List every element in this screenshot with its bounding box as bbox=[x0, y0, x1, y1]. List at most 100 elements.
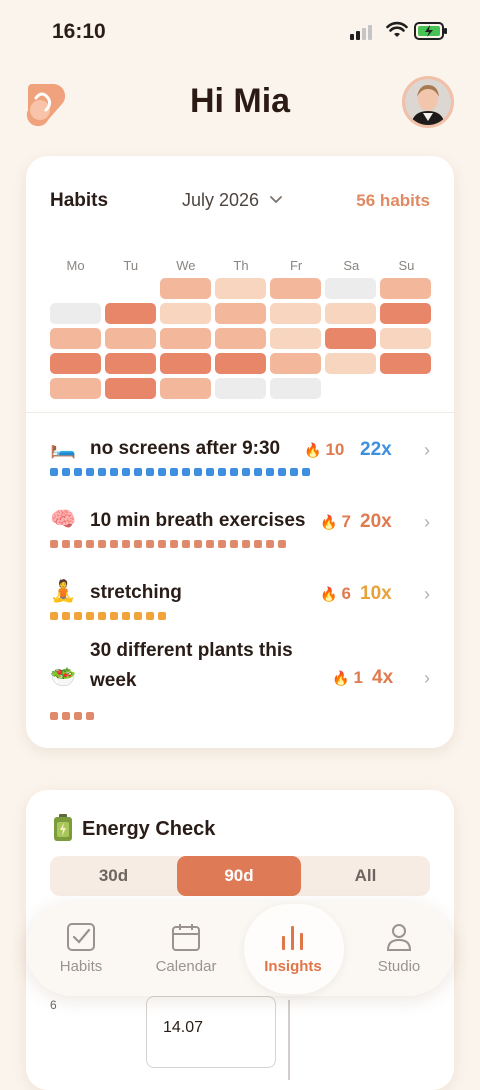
heatmap-day-cell[interactable] bbox=[160, 328, 211, 349]
habit-progress-dots bbox=[50, 540, 286, 548]
heatmap-day-cell[interactable] bbox=[325, 328, 376, 349]
heatmap-day-cell[interactable] bbox=[380, 328, 431, 349]
weekday-label: Sa bbox=[343, 258, 360, 273]
progress-dot bbox=[122, 612, 130, 620]
flame-icon: 🔥 bbox=[332, 670, 350, 686]
status-time: 16:10 bbox=[52, 20, 106, 43]
progress-dot bbox=[242, 540, 250, 548]
habit-streak-value: 7 bbox=[341, 512, 351, 531]
progress-dot bbox=[74, 540, 82, 548]
progress-dot bbox=[50, 712, 58, 720]
flame-icon: 🔥 bbox=[320, 586, 338, 602]
weekday-header: Mo Tu We Th Fr Sa Su bbox=[50, 258, 432, 273]
habit-emoji-icon: 🛏️ bbox=[50, 436, 77, 459]
progress-dot bbox=[110, 468, 118, 476]
progress-dot bbox=[98, 540, 106, 548]
chevron-right-icon[interactable]: › bbox=[424, 440, 430, 461]
heatmap-day-cell[interactable] bbox=[105, 353, 156, 374]
heatmap-day-cell[interactable] bbox=[325, 278, 376, 299]
habit-name: 10 min breath exercises bbox=[90, 510, 306, 531]
tab-calendar[interactable]: Calendar bbox=[141, 902, 231, 996]
progress-dot bbox=[86, 612, 94, 620]
habit-streak: 🔥 10 bbox=[304, 440, 344, 460]
tooltip-date: 14.07 bbox=[163, 1019, 204, 1036]
weekday-label: We bbox=[176, 258, 196, 273]
heatmap-day-cell[interactable] bbox=[270, 328, 321, 349]
range-30d[interactable]: 30d bbox=[50, 856, 177, 896]
habits-card-title: Habits bbox=[50, 190, 109, 211]
habit-progress-dots bbox=[50, 468, 310, 476]
heatmap-day-cell[interactable] bbox=[380, 353, 431, 374]
flame-icon: 🔥 bbox=[304, 442, 322, 458]
heatmap-day-cell[interactable] bbox=[380, 303, 431, 324]
heatmap-day-cell[interactable] bbox=[325, 353, 376, 374]
habit-streak-value: 10 bbox=[325, 440, 345, 459]
heatmap-day-cell[interactable] bbox=[270, 353, 321, 374]
heatmap-day-cell[interactable] bbox=[50, 303, 101, 324]
progress-dot bbox=[278, 468, 286, 476]
progress-dot bbox=[254, 540, 262, 548]
progress-dot bbox=[134, 468, 142, 476]
heatmap-day-cell[interactable] bbox=[215, 353, 266, 374]
battery-charging-icon bbox=[414, 22, 447, 40]
chart-cursor-line bbox=[288, 1000, 290, 1080]
progress-dot bbox=[266, 468, 274, 476]
heatmap-day-cell[interactable] bbox=[215, 278, 266, 299]
tab-insights-label: Insights bbox=[264, 958, 322, 975]
calendar-icon bbox=[172, 924, 200, 951]
chevron-right-icon[interactable]: › bbox=[424, 668, 430, 689]
weekday-label: Mo bbox=[66, 258, 85, 273]
heatmap-day-cell[interactable] bbox=[50, 328, 101, 349]
heatmap-day-cell[interactable] bbox=[270, 303, 321, 324]
habit-streak: 🔥 1 bbox=[332, 668, 363, 688]
heatmap-day-cell[interactable] bbox=[105, 328, 156, 349]
habit-streak: 🔥 7 bbox=[320, 512, 351, 532]
avatar-portrait-icon bbox=[405, 79, 451, 125]
chevron-down-icon[interactable] bbox=[270, 196, 282, 204]
progress-dot bbox=[62, 612, 70, 620]
heatmap-day-cell[interactable] bbox=[270, 378, 321, 399]
chevron-right-icon[interactable]: › bbox=[424, 512, 430, 533]
wifi-icon bbox=[386, 21, 408, 37]
month-selector[interactable]: July 2026 bbox=[182, 190, 259, 211]
heatmap-day-cell[interactable] bbox=[160, 303, 211, 324]
heatmap-day-cell[interactable] bbox=[215, 303, 266, 324]
progress-dot bbox=[62, 468, 70, 476]
progress-dot bbox=[122, 540, 130, 548]
heatmap-day-cell[interactable] bbox=[105, 303, 156, 324]
person-icon bbox=[386, 924, 412, 951]
range-90d[interactable]: 90d bbox=[177, 856, 301, 896]
heatmap-day-cell[interactable] bbox=[160, 378, 211, 399]
heatmap-day-cell[interactable] bbox=[50, 353, 101, 374]
heatmap-day-cell[interactable] bbox=[215, 328, 266, 349]
heatmap-day-cell[interactable] bbox=[325, 303, 376, 324]
chart-y-tick: 6 bbox=[50, 998, 57, 1012]
heatmap-day-cell[interactable] bbox=[105, 378, 156, 399]
progress-dot bbox=[194, 468, 202, 476]
heatmap-day-cell[interactable] bbox=[380, 278, 431, 299]
profile-avatar[interactable] bbox=[402, 76, 454, 128]
heatmap-day-cell[interactable] bbox=[160, 278, 211, 299]
tab-habits-label: Habits bbox=[59, 958, 103, 975]
heatmap-day-cell[interactable] bbox=[160, 353, 211, 374]
heatmap-day-cell[interactable] bbox=[50, 378, 101, 399]
chart-tooltip: 14.07 bbox=[146, 996, 276, 1068]
progress-dot bbox=[98, 612, 106, 620]
heatmap-day-cell bbox=[325, 378, 376, 399]
range-segmented-control: 30d 90d All bbox=[50, 856, 430, 896]
habit-completion-count: 4x bbox=[372, 667, 394, 688]
range-all[interactable]: All bbox=[301, 856, 430, 896]
tab-habits[interactable]: Habits bbox=[36, 902, 126, 996]
tab-bar: Habits Calendar Insights Studio bbox=[26, 902, 454, 996]
weekday-label: Tu bbox=[123, 258, 139, 273]
chevron-right-icon[interactable]: › bbox=[424, 584, 430, 605]
heatmap-day-cell[interactable] bbox=[270, 278, 321, 299]
checkbox-icon bbox=[67, 923, 95, 951]
heatmap-day-cell[interactable] bbox=[215, 378, 266, 399]
progress-dot bbox=[146, 612, 154, 620]
tab-studio[interactable]: Studio bbox=[354, 902, 444, 996]
cellular-signal-icon bbox=[350, 25, 372, 40]
progress-dot bbox=[254, 468, 262, 476]
tab-insights[interactable]: Insights bbox=[248, 902, 338, 996]
habit-name: stretching bbox=[90, 582, 182, 603]
